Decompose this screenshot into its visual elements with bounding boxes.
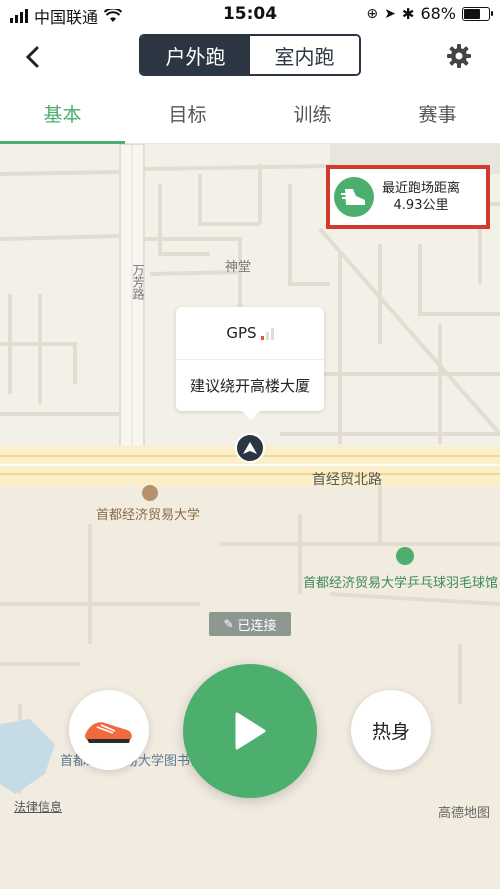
status-bar: 中国联通 15:04 ⊕ ➤ ✱ 68% (0, 0, 500, 28)
current-location-marker (235, 433, 265, 463)
location-arrow-icon: ➤ (384, 5, 396, 22)
tab-events[interactable]: 赛事 (375, 88, 500, 143)
nearest-track-distance: 4.93公里 (393, 198, 449, 213)
gear-icon[interactable] (446, 43, 472, 69)
tab-goal[interactable]: 目标 (125, 88, 250, 143)
start-run-button[interactable] (183, 664, 317, 798)
battery-icon (462, 6, 493, 21)
connected-badge: ✎ 已连接 (209, 612, 291, 636)
map-label-road-wanfang: 万芳路 (131, 264, 145, 300)
gps-label: GPS (226, 324, 257, 342)
map-provider-logo: 高德地图 (437, 806, 490, 821)
gps-signal-icon (260, 327, 274, 340)
back-icon[interactable] (18, 42, 48, 72)
segment-indoor-run[interactable]: 室内跑 (250, 36, 359, 74)
map-label-sports-hall: 首都经济贸易大学乒乓球羽毛球馆 (303, 576, 499, 591)
segment-outdoor-run[interactable]: 户外跑 (141, 36, 250, 74)
shoe-run-icon (334, 177, 374, 217)
tab-basic[interactable]: 基本 (0, 88, 125, 144)
map-label-university: 首都经济贸易大学 (96, 508, 201, 523)
map-label-shentang: 神堂 (225, 260, 252, 275)
gps-tip: 建议绕开高楼大厦 (189, 377, 310, 395)
warmup-button[interactable]: 热身 (351, 690, 431, 770)
pencil-icon: ✎ (223, 617, 234, 631)
run-mode-segment: 户外跑 室内跑 (139, 34, 361, 76)
gps-popup: GPS 建议绕开高楼大厦 (176, 307, 324, 420)
running-shoe-icon (85, 722, 132, 743)
play-icon (235, 712, 266, 750)
map-label-road-shoujingmao: 首经贸北路 (312, 472, 382, 488)
tab-bar: 基本 目标 训练 赛事 (0, 88, 500, 144)
connected-label: 已连接 (237, 618, 277, 634)
legal-info-link[interactable]: 法律信息 (14, 798, 62, 815)
tab-training[interactable]: 训练 (250, 88, 375, 143)
nearest-track-card[interactable]: 最近跑场距离 4.93公里 (326, 165, 490, 229)
shoe-select-button[interactable] (69, 690, 149, 770)
battery-percent: 68% (420, 4, 456, 23)
nearest-track-title: 最近跑场距离 (382, 181, 461, 196)
orientation-lock-icon: ⊕ (366, 5, 379, 22)
bluetooth-icon: ✱ (401, 4, 415, 23)
nav-bar: 户外跑 室内跑 (0, 28, 500, 88)
